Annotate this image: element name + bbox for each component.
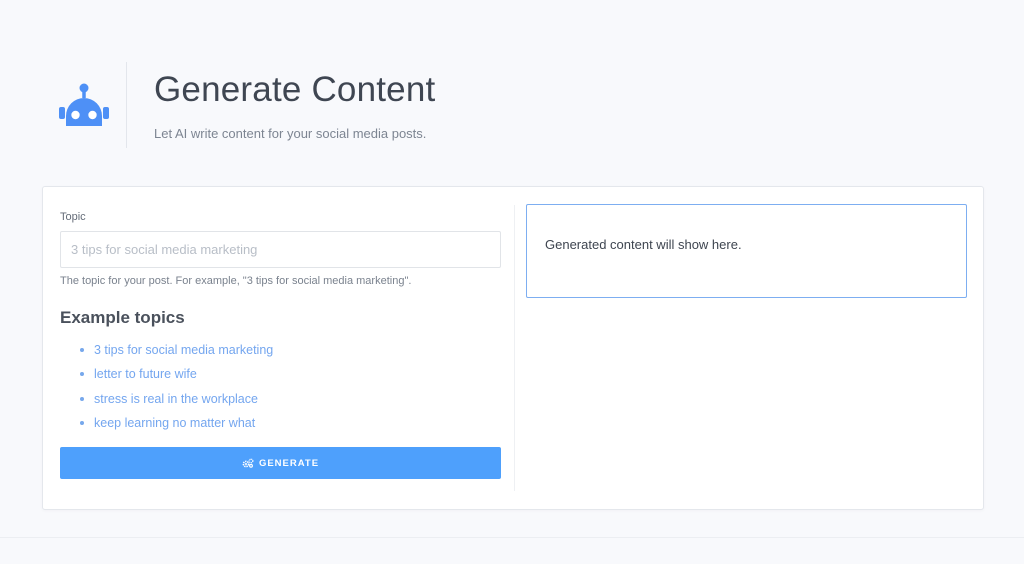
example-topics-heading: Example topics <box>60 308 185 327</box>
cogs-icon <box>242 458 254 468</box>
column-divider <box>514 205 515 491</box>
page-title: Generate Content <box>154 70 436 109</box>
page-header: Generate Content Let AI write content fo… <box>0 0 1024 170</box>
list-item: keep learning no matter what <box>80 414 273 438</box>
header-divider <box>126 62 127 148</box>
list-item: stress is real in the workplace <box>80 390 273 414</box>
generate-button[interactable]: GENERATE <box>60 447 501 479</box>
example-topic-link[interactable]: keep learning no matter what <box>94 416 255 430</box>
example-topics-list: 3 tips for social media marketing letter… <box>80 341 273 438</box>
example-topic-link[interactable]: letter to future wife <box>94 367 197 381</box>
generate-button-label: GENERATE <box>258 457 320 469</box>
page-subtitle: Let AI write content for your social med… <box>154 126 427 141</box>
list-item: letter to future wife <box>80 365 273 389</box>
robot-icon <box>59 83 109 126</box>
topic-input[interactable] <box>60 231 501 268</box>
topic-help-text: The topic for your post. For example, "3… <box>60 275 412 287</box>
example-topic-link[interactable]: 3 tips for social media marketing <box>94 343 273 357</box>
footer-divider <box>0 537 1024 538</box>
generator-card: Topic The topic for your post. For examp… <box>42 186 984 510</box>
example-topic-link[interactable]: stress is real in the workplace <box>94 392 258 406</box>
list-item: 3 tips for social media marketing <box>80 341 273 365</box>
output-panel: Generated content will show here. <box>526 204 967 298</box>
topic-label: Topic <box>60 211 86 223</box>
output-placeholder-text: Generated content will show here. <box>545 237 742 252</box>
